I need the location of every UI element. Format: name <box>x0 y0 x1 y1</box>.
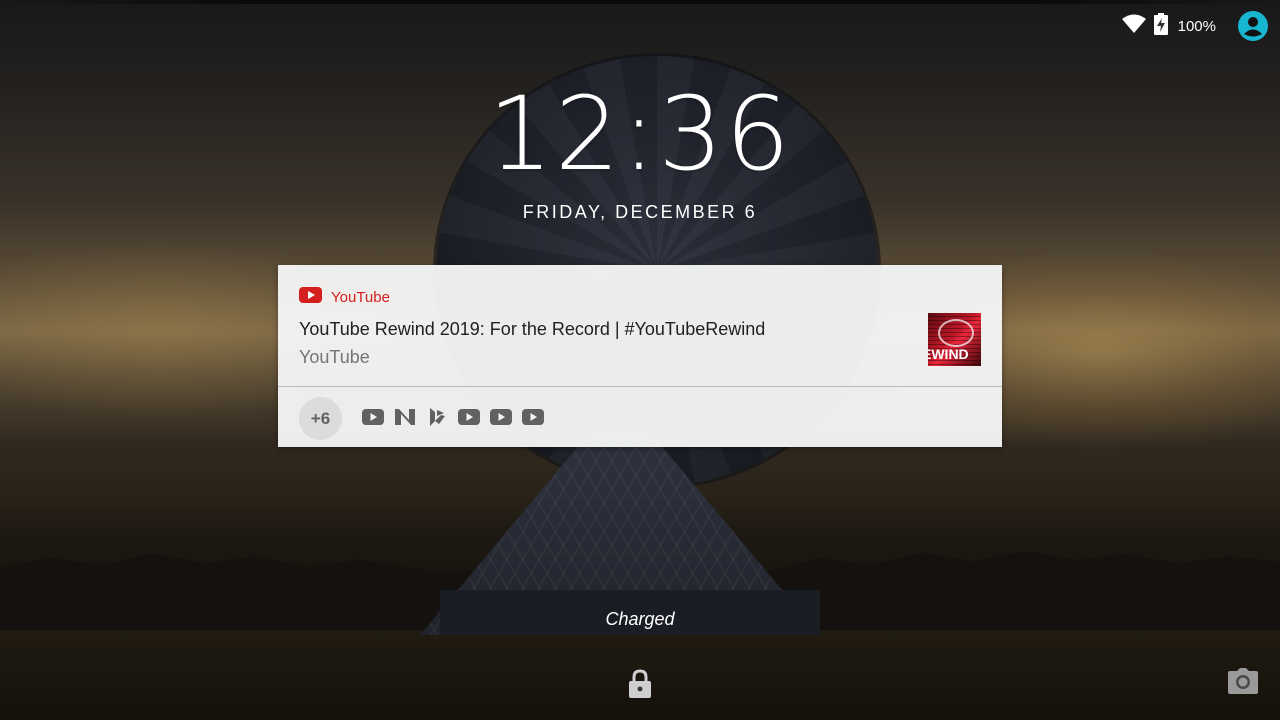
notification-title: YouTube Rewind 2019: For the Record | #Y… <box>299 319 766 339</box>
lock-icon[interactable] <box>627 669 653 699</box>
battery-charging-icon <box>1153 12 1168 40</box>
youtube-icon <box>458 406 480 428</box>
notification-header: YouTube <box>299 287 390 308</box>
account-icon[interactable] <box>1238 11 1268 41</box>
play-store-icon <box>426 406 448 428</box>
notification-text: YouTube <box>299 347 370 367</box>
news-icon <box>394 406 416 428</box>
camera-icon[interactable] <box>1227 667 1259 697</box>
youtube-icon <box>490 406 512 428</box>
battery-percent: 100% <box>1177 17 1216 35</box>
youtube-icon <box>299 287 322 308</box>
thumbnail-ring <box>938 319 974 347</box>
notification-divider <box>278 386 1002 387</box>
status-bar: 100% <box>1121 0 1280 52</box>
notification-card[interactable]: YouTube YouTube Rewind 2019: For the Rec… <box>278 265 1002 447</box>
lockscreen-date: FRIDAY, DECEMBER 6 <box>522 202 758 222</box>
youtube-icon <box>362 406 384 428</box>
wifi-icon <box>1121 14 1146 39</box>
thumbnail-text: EWIND <box>928 346 969 362</box>
notification-thumbnail: EWIND <box>928 313 981 366</box>
notification-more-count[interactable]: +6 <box>299 397 342 440</box>
wallpaper-top-shade <box>0 0 1280 4</box>
notification-app-name: YouTube <box>331 289 390 306</box>
notification-overflow-icons <box>362 406 544 428</box>
youtube-icon <box>522 406 544 428</box>
lockscreen-clock: 12:36 <box>488 75 792 194</box>
charging-status: Charged <box>605 609 675 629</box>
